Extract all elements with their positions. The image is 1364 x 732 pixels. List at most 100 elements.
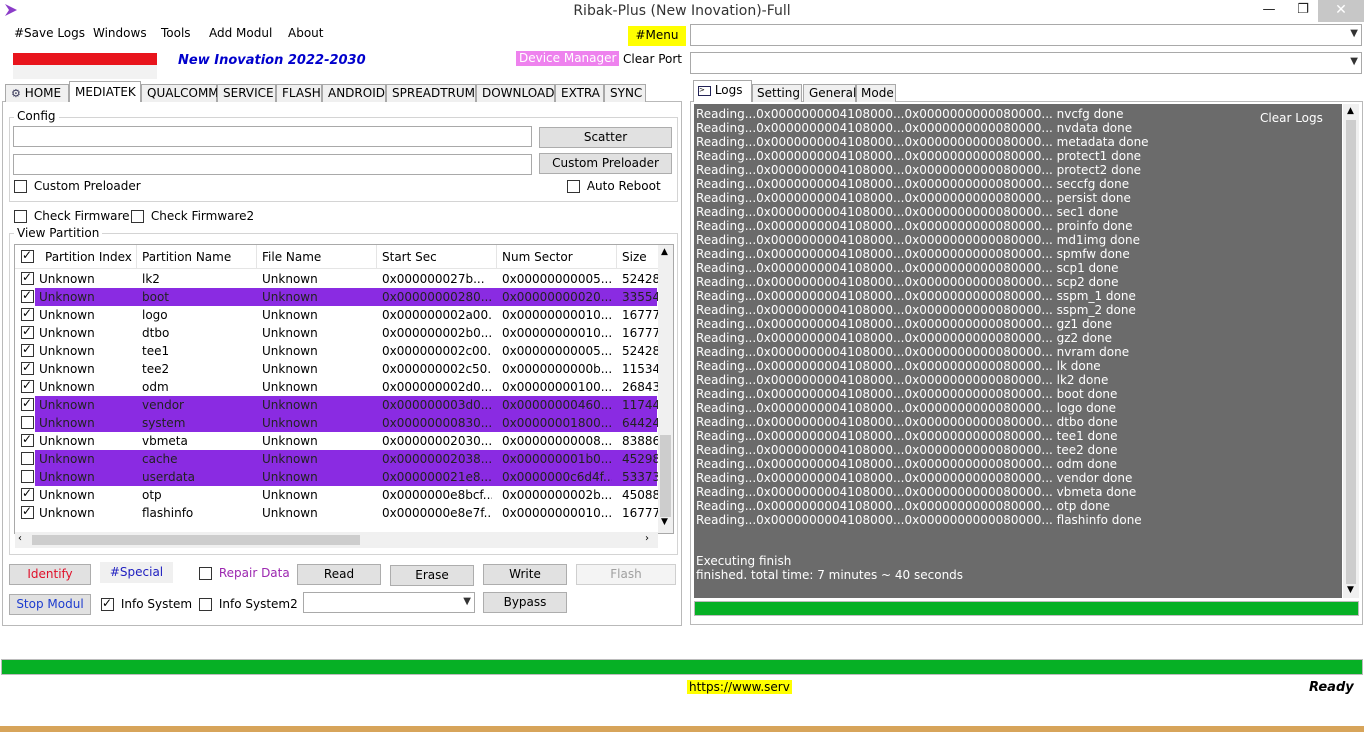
tab-setting[interactable]: Setting — [752, 84, 802, 102]
tab-general[interactable]: General — [803, 84, 856, 102]
menu-tools[interactable]: Tools — [161, 26, 191, 40]
checkbox-icon[interactable] — [567, 180, 580, 193]
preloader-path-input[interactable] — [13, 154, 532, 175]
col-start-sec[interactable]: Start Sec — [382, 250, 437, 264]
chevron-left-icon[interactable]: ‹ — [18, 533, 22, 544]
mode-dropdown[interactable]: ▼ — [303, 592, 475, 613]
checkbox-icon[interactable] — [14, 210, 27, 223]
repair-data-checkbox[interactable]: Repair Data — [199, 566, 290, 580]
chevron-up-icon[interactable]: ▲ — [661, 247, 668, 257]
tab-service[interactable]: SERVICE — [217, 84, 276, 102]
tab-spreadtrum[interactable]: SPREADTRUM — [386, 84, 476, 102]
checkbox-icon[interactable] — [101, 596, 114, 611]
table-row[interactable]: Unknown vendor Unknown 0x000000003d0... 0x00… — [15, 396, 658, 414]
scrollbar-thumb[interactable] — [660, 435, 671, 517]
check-firmware-checkbox[interactable]: Check Firmware — [14, 209, 130, 223]
row-checkbox[interactable] — [21, 486, 34, 501]
clear-port-button[interactable]: Clear Port — [623, 52, 682, 66]
row-checkbox[interactable] — [21, 378, 34, 393]
tab-mode[interactable]: Mode — [856, 84, 896, 102]
erase-button[interactable]: Erase — [390, 565, 474, 586]
checkbox-icon[interactable] — [131, 210, 144, 223]
table-horizontal-scrollbar[interactable]: ‹ › — [15, 532, 658, 548]
tab-android[interactable]: ANDROID — [322, 84, 386, 102]
stop-modul-button[interactable]: Stop Modul — [9, 594, 91, 615]
status-url[interactable]: https://www.serv — [687, 680, 792, 694]
tab-flash[interactable]: FLASH — [276, 84, 322, 102]
device-manager-link[interactable]: Device Manager — [516, 51, 620, 66]
row-checkbox[interactable] — [21, 416, 34, 429]
chevron-up-icon[interactable]: ▲ — [1347, 106, 1354, 116]
row-checkbox[interactable] — [21, 504, 34, 519]
table-vertical-scrollbar[interactable]: ▲ ▼ — [658, 245, 673, 533]
menu-about[interactable]: About — [288, 26, 323, 40]
log-vertical-scrollbar[interactable]: ▲ ▼ — [1343, 104, 1359, 598]
col-partition-index[interactable]: Partition Index — [45, 250, 132, 264]
auto-reboot-checkbox[interactable]: Auto Reboot — [567, 179, 661, 193]
identify-button[interactable]: Identify — [9, 564, 91, 585]
scatter-button[interactable]: Scatter — [539, 127, 672, 148]
write-button[interactable]: Write — [483, 564, 567, 585]
row-checkbox[interactable] — [21, 470, 34, 483]
log-output[interactable]: Reading...0x0000000004108000...0x0000000… — [694, 104, 1342, 598]
row-checkbox[interactable] — [21, 324, 34, 339]
col-num-sector[interactable]: Num Sector — [502, 250, 573, 264]
table-row[interactable]: Unknown lk2 Unknown 0x000000027b... 0x000000… — [15, 270, 658, 288]
row-checkbox[interactable] — [21, 452, 34, 465]
row-checkbox[interactable] — [21, 288, 34, 303]
custom-preloader-checkbox[interactable]: Custom Preloader — [14, 179, 141, 193]
special-button[interactable]: #Special — [100, 562, 173, 583]
table-row[interactable]: Unknown odm Unknown 0x000000002d0... 0x00000… — [15, 378, 658, 396]
table-row[interactable]: Unknown vbmeta Unknown 0x00000002030... 0x00… — [15, 432, 658, 450]
menu-button[interactable]: #Menu — [628, 26, 686, 46]
tab-logs[interactable]: > Logs — [693, 80, 752, 102]
row-checkbox[interactable] — [21, 360, 34, 375]
checkbox-icon[interactable] — [199, 567, 212, 580]
tab-download[interactable]: DOWNLOAD — [476, 84, 555, 102]
table-row[interactable]: Unknown tee1 Unknown 0x000000002c00... 0x000… — [15, 342, 658, 360]
row-checkbox[interactable] — [21, 270, 34, 285]
partition-table[interactable]: Partition Index Partition Name File Name… — [14, 244, 674, 534]
chevron-right-icon[interactable]: › — [645, 533, 649, 544]
custom-preloader-button[interactable]: Custom Preloader — [539, 153, 672, 174]
tab-extra[interactable]: EXTRA — [555, 84, 604, 102]
tab-qualcomm[interactable]: QUALCOMM — [141, 84, 219, 102]
chevron-down-icon[interactable]: ▼ — [1347, 585, 1354, 595]
table-row[interactable]: Unknown cache Unknown 0x00000002038... 0x000… — [15, 450, 658, 468]
col-partition-name[interactable]: Partition Name — [142, 250, 231, 264]
table-row[interactable]: Unknown userdata Unknown 0x000000021e8... 0x… — [15, 468, 658, 486]
flash-button[interactable]: Flash — [576, 564, 676, 585]
table-row[interactable]: Unknown system Unknown 0x00000000830... 0x00… — [15, 414, 658, 432]
table-row[interactable]: Unknown dtbo Unknown 0x000000002b0... 0x0000… — [15, 324, 658, 342]
menu-windows[interactable]: Windows — [93, 26, 147, 40]
chevron-down-icon[interactable]: ▼ — [661, 517, 668, 527]
info-system-checkbox[interactable]: Info System — [101, 596, 192, 611]
scrollbar-thumb[interactable] — [1346, 120, 1356, 584]
col-size[interactable]: Size — [622, 250, 647, 264]
col-file-name[interactable]: File Name — [262, 250, 321, 264]
menu-add-modul[interactable]: Add Modul — [209, 26, 272, 40]
minimize-button[interactable]: — — [1258, 0, 1280, 22]
table-row[interactable]: Unknown tee2 Unknown 0x000000002c50... 0x000… — [15, 360, 658, 378]
bypass-button[interactable]: Bypass — [483, 592, 567, 613]
port-select-1[interactable]: ▼ — [690, 24, 1362, 46]
read-button[interactable]: Read — [297, 564, 381, 585]
scrollbar-thumb[interactable] — [32, 535, 360, 545]
row-checkbox[interactable] — [21, 342, 34, 357]
maximize-button[interactable]: ❐ — [1292, 0, 1314, 22]
check-firmware2-checkbox[interactable]: Check Firmware2 — [131, 209, 254, 223]
row-checkbox[interactable] — [21, 432, 34, 447]
scatter-path-input[interactable] — [13, 126, 532, 147]
close-button[interactable]: ✕ — [1318, 0, 1364, 22]
tab-sync[interactable]: SYNC — [604, 84, 646, 102]
info-system2-checkbox[interactable]: Info System2 — [199, 597, 298, 611]
tab-home[interactable]: ⚙ HOME — [5, 84, 69, 102]
menu-save-logs[interactable]: #Save Logs — [14, 26, 85, 40]
table-row[interactable]: Unknown logo Unknown 0x000000002a00... 0x000… — [15, 306, 658, 324]
checkbox-icon[interactable] — [14, 180, 27, 193]
row-checkbox[interactable] — [21, 306, 34, 321]
select-all-checkbox[interactable] — [21, 248, 34, 263]
table-row[interactable]: Unknown boot Unknown 0x00000000280... 0x0000… — [15, 288, 658, 306]
tab-mediatek[interactable]: MEDIATEK — [69, 81, 141, 102]
row-checkbox[interactable] — [21, 396, 34, 411]
